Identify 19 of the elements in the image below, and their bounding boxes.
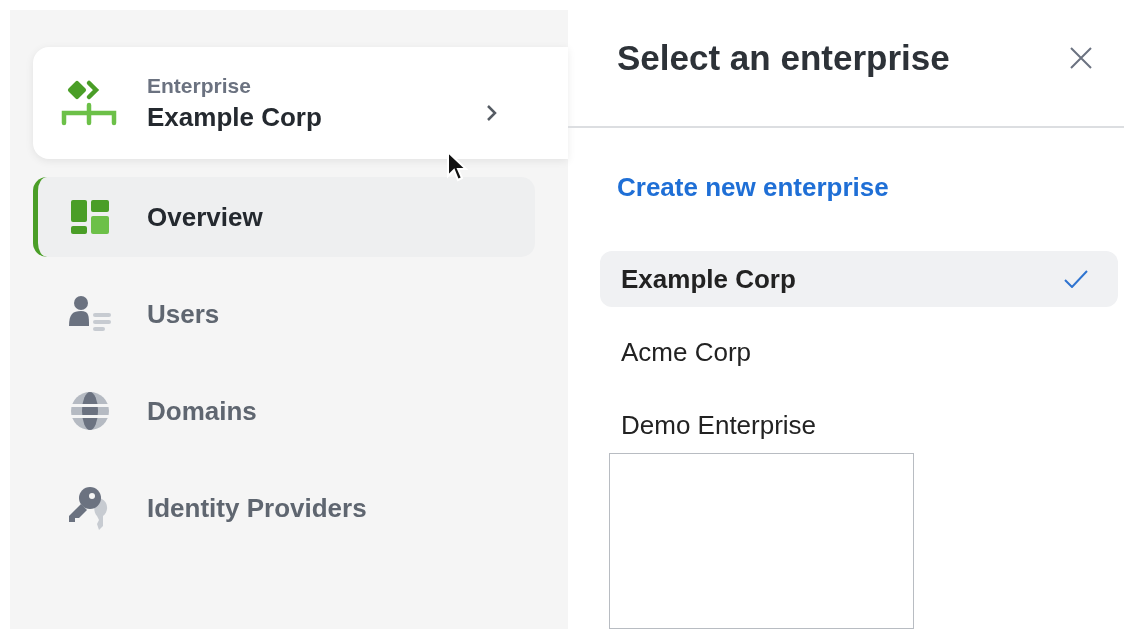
nav-item[interactable]: Overview [33, 177, 535, 257]
chevron-right-icon [486, 104, 498, 122]
enterprise-label: Enterprise [147, 73, 252, 99]
dialog-title: Select an enterprise [617, 36, 951, 79]
nav-item[interactable]: Identity Providers [33, 468, 535, 548]
dashboard-icon [71, 200, 109, 234]
create-enterprise-link[interactable]: Create new enterprise [617, 168, 889, 207]
nav-item[interactable]: Domains [33, 371, 535, 451]
enterprise-logo-icon [61, 79, 117, 127]
enterprise-option[interactable]: Example Corp [600, 251, 1118, 307]
enterprise-option[interactable]: Acme Corp [600, 324, 1118, 380]
nav-item[interactable]: Users [33, 274, 535, 354]
enterprise-option[interactable]: Demo Enterprise [600, 397, 1118, 453]
globe-icon [70, 391, 110, 431]
enterprise-name: Example Corp [147, 101, 323, 134]
enterprise-switcher[interactable]: Enterprise Example Corp [33, 47, 568, 159]
checkmark-icon [1064, 270, 1088, 288]
close-icon [1069, 46, 1093, 70]
user-list-icon [69, 296, 111, 332]
